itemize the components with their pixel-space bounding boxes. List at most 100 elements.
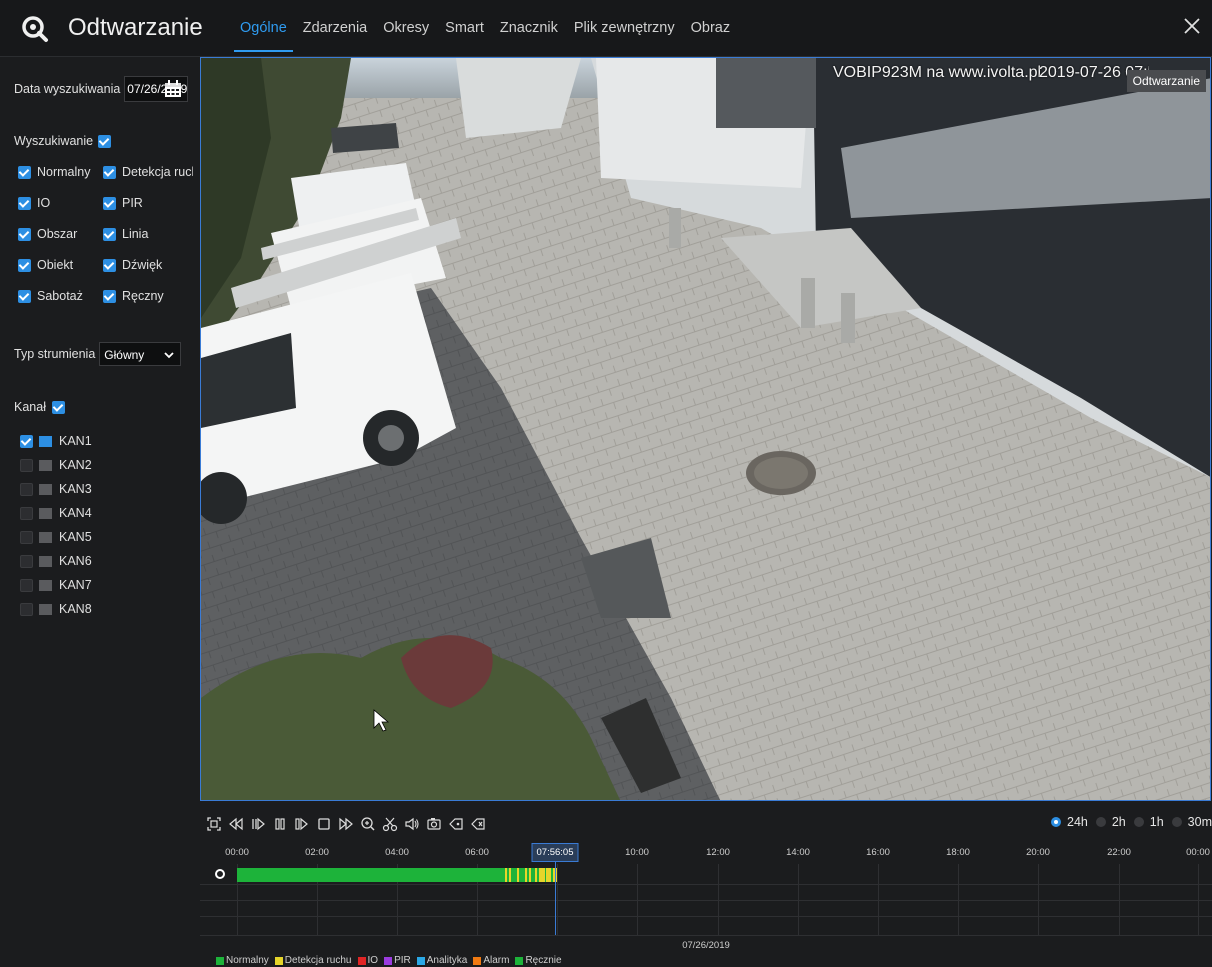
tab-okresy[interactable]: Okresy — [375, 0, 437, 56]
tab-ogolne[interactable]: Ogólne — [232, 0, 295, 56]
event-pir[interactable]: PIR — [103, 196, 143, 210]
event-area[interactable]: Obszar — [18, 227, 77, 241]
checkbox[interactable] — [20, 458, 33, 472]
calendar-icon[interactable] — [164, 80, 182, 98]
legend-item: PIR — [384, 955, 411, 966]
legend-item: Analityka — [416, 955, 468, 966]
stop-icon[interactable] — [316, 816, 332, 832]
channel-item[interactable]: KAN7 — [20, 578, 92, 592]
channel-item[interactable]: KAN5 — [20, 530, 92, 544]
event-manual[interactable]: Ręczny — [103, 289, 164, 303]
channel-item[interactable]: KAN8 — [20, 602, 92, 616]
custom-tag-icon[interactable] — [470, 816, 486, 832]
checkbox[interactable] — [103, 258, 116, 272]
checkbox[interactable] — [20, 530, 33, 544]
recording-segment-motion[interactable] — [517, 868, 520, 882]
event-normal[interactable]: Normalny — [18, 165, 91, 179]
event-line[interactable]: Linia — [103, 227, 148, 241]
tab-bar: Ogólne Zdarzenia Okresy Smart Znacznik P… — [232, 0, 738, 56]
event-motion[interactable]: Detekcja ruchu — [103, 165, 193, 179]
channel-item[interactable]: KAN1 — [20, 434, 92, 448]
event-label: Ręczny — [122, 289, 164, 303]
timeline-ruler: 00:00 02:00 04:00 06:00 10:00 12:00 14:0… — [200, 843, 1212, 863]
recording-segment-normal[interactable] — [237, 868, 506, 882]
channel-label: KAN5 — [59, 530, 92, 544]
recording-segment-motion[interactable] — [525, 868, 528, 882]
checkbox[interactable] — [20, 578, 33, 592]
step-forward-icon[interactable] — [294, 816, 310, 832]
current-time-marker[interactable]: 07:56:05 — [531, 843, 579, 862]
pause-icon[interactable] — [272, 816, 288, 832]
legend: Normalny Detekcja ruchu IO PIR Analityka… — [216, 955, 568, 966]
recording-segment-motion[interactable] — [505, 868, 508, 882]
checkbox[interactable] — [18, 258, 31, 272]
rewind-icon[interactable] — [228, 816, 244, 832]
channel-item[interactable]: KAN4 — [20, 506, 92, 520]
checkbox[interactable] — [103, 196, 116, 210]
video-view[interactable]: VOBIP923M na www.ivolta.pl 2019-07-26 07… — [200, 57, 1211, 801]
checkbox[interactable] — [20, 434, 33, 448]
radio-button[interactable] — [1051, 817, 1061, 827]
tab-plik-zewnetrzny[interactable]: Plik zewnętrzny — [566, 0, 683, 56]
zoom-1h[interactable]: 1h — [1133, 815, 1164, 829]
tab-obraz[interactable]: Obraz — [683, 0, 739, 56]
checkbox[interactable] — [18, 196, 31, 210]
timeline-track-area[interactable] — [200, 864, 1212, 936]
recording-segment-motion[interactable] — [535, 868, 538, 882]
clip-icon[interactable] — [382, 816, 398, 832]
channel-item[interactable]: KAN3 — [20, 482, 92, 496]
fast-forward-icon[interactable] — [338, 816, 354, 832]
checkbox[interactable] — [20, 602, 33, 616]
close-icon[interactable] — [1182, 16, 1202, 36]
checkbox[interactable] — [20, 506, 33, 520]
legend-label: Alarm — [483, 955, 510, 966]
checkbox[interactable] — [18, 227, 31, 241]
recording-track[interactable] — [200, 864, 1212, 884]
zoom-icon[interactable] — [360, 816, 376, 832]
checkbox[interactable] — [103, 165, 116, 179]
event-sound[interactable]: Dźwięk — [103, 258, 162, 272]
channel-label: KAN1 — [59, 434, 92, 448]
recording-segment-motion[interactable] — [546, 868, 552, 882]
playhead-line[interactable] — [555, 861, 556, 935]
legend-label: Ręcznie — [525, 955, 562, 966]
zoom-2h[interactable]: 2h — [1095, 815, 1126, 829]
recording-segment-motion[interactable] — [539, 868, 546, 882]
tag-icon[interactable] — [448, 816, 464, 832]
recording-segment-motion[interactable] — [529, 868, 532, 882]
fullscreen-icon[interactable] — [206, 816, 222, 832]
event-tamper[interactable]: Sabotaż — [18, 289, 83, 303]
radio-button[interactable] — [1133, 817, 1144, 827]
channel-item[interactable]: KAN6 — [20, 554, 92, 568]
checkbox[interactable] — [20, 554, 33, 568]
checkbox[interactable] — [18, 165, 31, 179]
reverse-play-icon[interactable] — [250, 816, 266, 832]
tab-zdarzenia[interactable]: Zdarzenia — [295, 0, 375, 56]
zoom-30m[interactable]: 30m — [1171, 815, 1212, 829]
event-io[interactable]: IO — [18, 196, 50, 210]
checkbox[interactable] — [18, 289, 31, 303]
tab-smart[interactable]: Smart — [437, 0, 492, 56]
channel-all-checkbox[interactable] — [51, 400, 65, 414]
checkbox[interactable] — [103, 289, 116, 303]
radio-button[interactable] — [1171, 817, 1182, 827]
stream-type-select[interactable]: Główny — [99, 342, 182, 366]
search-all-checkbox[interactable] — [98, 134, 112, 148]
legend-label: IO — [367, 955, 379, 966]
legend-label: Analityka — [426, 955, 468, 966]
header-bar: Odtwarzanie Ogólne Zdarzenia Okresy Smar… — [0, 0, 1212, 57]
checkbox[interactable] — [103, 227, 116, 241]
checkbox[interactable] — [20, 482, 33, 496]
snapshot-icon[interactable] — [426, 816, 442, 832]
channel-row: Kanał — [14, 400, 65, 414]
zoom-24h[interactable]: 24h — [1051, 815, 1088, 829]
tab-znacznik[interactable]: Znacznik — [492, 0, 566, 56]
tick-label: 10:00 — [625, 847, 649, 858]
channel-color-swatch — [39, 483, 52, 495]
channel-item[interactable]: KAN2 — [20, 458, 92, 472]
event-object[interactable]: Obiekt — [18, 258, 73, 272]
volume-icon[interactable] — [404, 816, 420, 832]
channel-color-swatch — [39, 531, 52, 543]
recording-segment-motion[interactable] — [509, 868, 512, 882]
radio-button[interactable] — [1095, 817, 1106, 827]
